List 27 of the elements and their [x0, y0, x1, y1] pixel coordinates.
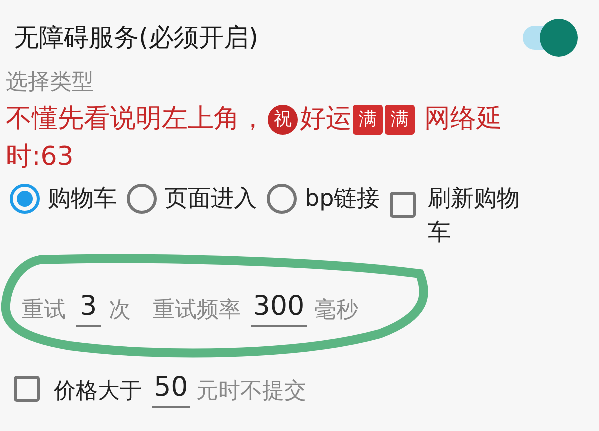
- radio-label[interactable]: 页面进入: [165, 182, 257, 216]
- checkbox[interactable]: [14, 376, 40, 402]
- retry-rate-field[interactable]: 300: [251, 289, 307, 327]
- notice-text: 网络延: [423, 104, 502, 134]
- notice-text: 时:63: [6, 142, 74, 172]
- congrats-badge: 祝: [268, 104, 298, 135]
- radio-label[interactable]: 购物车: [48, 182, 117, 216]
- price-label: 价格大于: [54, 378, 142, 406]
- retry-count-field[interactable]: 3: [76, 289, 102, 327]
- retry-label: 重试: [22, 297, 66, 325]
- full-badge: 满: [385, 104, 415, 135]
- notice-text: 好运: [300, 104, 352, 134]
- radio-button[interactable]: [10, 184, 40, 214]
- radio-label[interactable]: bp链接: [305, 182, 380, 216]
- retry-unit: 次: [109, 297, 132, 325]
- rate-unit: 毫秒: [314, 297, 359, 325]
- retry-rate-label: 重试频率: [153, 297, 242, 325]
- checkbox-label[interactable]: 刷新购物车: [428, 182, 528, 250]
- setting-title: 无障碍服务(必须开启): [14, 22, 259, 54]
- full-badge: 满: [353, 104, 383, 135]
- price-field[interactable]: 50: [152, 370, 190, 408]
- notice-text: 不懂先看说明左上角，: [6, 104, 266, 134]
- radio-button[interactable]: [127, 184, 157, 214]
- radio-button[interactable]: [267, 184, 297, 214]
- price-suffix: 元时不提交: [196, 378, 306, 406]
- checkbox[interactable]: [390, 192, 416, 218]
- section-label: 选择类型: [6, 69, 95, 97]
